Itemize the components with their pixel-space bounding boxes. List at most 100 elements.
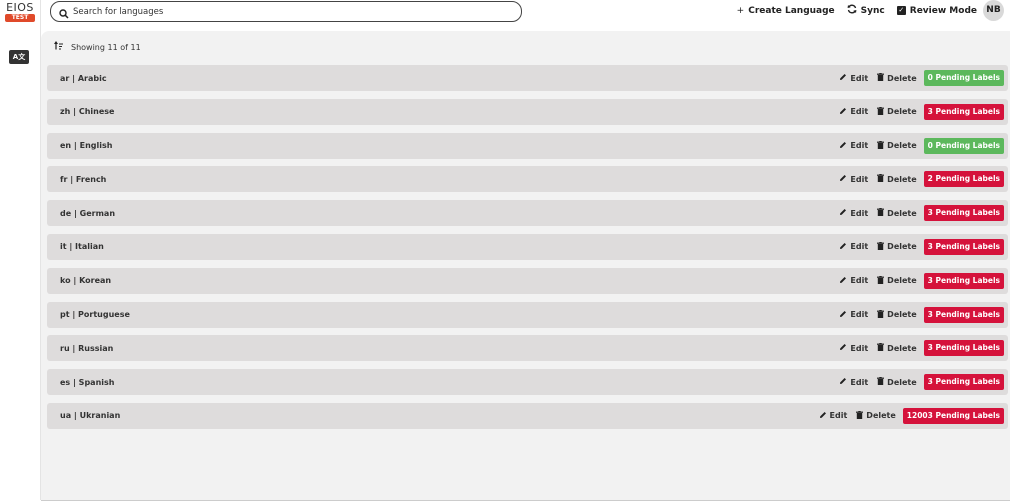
pencil-icon: [839, 141, 850, 151]
sidebar-item-languages[interactable]: A文: [9, 50, 29, 64]
language-row[interactable]: ko | Korean Edit Delete 3 Pending Labels: [47, 267, 1008, 294]
edit-button[interactable]: Edit: [839, 310, 868, 320]
delete-button[interactable]: Delete: [877, 106, 917, 117]
pending-labels-badge[interactable]: 3 Pending Labels: [923, 238, 1004, 255]
edit-label: Edit: [850, 310, 869, 320]
pending-labels-badge[interactable]: 0 Pending Labels: [923, 137, 1004, 154]
create-language-label: Create Language: [748, 5, 835, 16]
pending-labels-badge[interactable]: 3 Pending Labels: [923, 374, 1004, 391]
pending-labels-badge[interactable]: 12003 Pending Labels: [902, 407, 1004, 424]
trash-icon: [877, 106, 887, 117]
env-badge: TEST: [5, 14, 35, 22]
pending-labels-badge[interactable]: 0 Pending Labels: [923, 70, 1004, 86]
sidebar: EIOS TEST A文: [0, 0, 41, 500]
delete-label: Delete: [887, 242, 917, 252]
main-panel: Showing 11 of 11 ar | Arabic Edit Delete 0 …: [41, 31, 1010, 501]
edit-label: Edit: [850, 174, 869, 184]
edit-button[interactable]: Edit: [839, 107, 868, 117]
pencil-icon: [839, 242, 850, 252]
row-actions: Edit Delete 3 Pending Labels: [830, 369, 1004, 395]
delete-button[interactable]: Delete: [877, 343, 917, 353]
trash-icon: [877, 174, 887, 184]
delete-label: Delete: [887, 276, 917, 286]
sync-label: Sync: [860, 5, 885, 16]
delete-button[interactable]: Delete: [877, 73, 917, 83]
delete-button[interactable]: Delete: [856, 410, 896, 421]
showing-count: Showing 11 of 11: [71, 42, 141, 52]
trash-icon: [877, 309, 887, 320]
trash-icon: [877, 377, 887, 387]
edit-button[interactable]: Edit: [839, 141, 868, 151]
edit-button[interactable]: Edit: [839, 174, 868, 184]
plus-icon: +: [736, 5, 745, 16]
pending-labels-badge[interactable]: 3 Pending Labels: [923, 306, 1004, 323]
trash-icon: [877, 241, 887, 252]
search-input[interactable]: [73, 2, 513, 21]
delete-button[interactable]: Delete: [877, 275, 917, 286]
language-name: pt | Portuguese: [60, 310, 130, 320]
sort-icon[interactable]: [54, 41, 64, 53]
language-name: es | Spanish: [60, 377, 115, 387]
language-row[interactable]: ru | Russian Edit Delete 3 Pending Labels: [47, 335, 1008, 362]
edit-button[interactable]: Edit: [839, 73, 868, 83]
delete-button[interactable]: Delete: [877, 377, 917, 387]
user-avatar[interactable]: NB: [983, 0, 1004, 21]
pending-labels-badge[interactable]: 3 Pending Labels: [923, 205, 1004, 222]
edit-button[interactable]: Edit: [839, 343, 868, 353]
language-row[interactable]: zh | Chinese Edit Delete 3 Pending Labels: [47, 98, 1008, 125]
edit-label: Edit: [850, 208, 869, 218]
review-mode-toggle[interactable]: ✓ Review Mode: [896, 5, 977, 16]
language-row[interactable]: pt | Portuguese Edit Delete 3 Pending Label…: [47, 301, 1008, 328]
language-row[interactable]: it | Italian Edit Delete 3 Pending Labels: [47, 233, 1008, 260]
language-row[interactable]: en | English Edit Delete 0 Pending Labels: [47, 132, 1008, 159]
pencil-icon: [839, 107, 850, 117]
language-name: ar | Arabic: [60, 73, 107, 83]
delete-button[interactable]: Delete: [877, 309, 917, 320]
language-row[interactable]: ua | Ukranian Edit Delete 12003 Pending Lab…: [47, 402, 1008, 429]
language-row[interactable]: de | German Edit Delete 3 Pending Labels: [47, 200, 1008, 227]
pencil-icon: [839, 174, 850, 184]
edit-button[interactable]: Edit: [839, 208, 868, 218]
trash-icon: [877, 343, 887, 353]
edit-button[interactable]: Edit: [839, 276, 868, 286]
delete-button[interactable]: Delete: [877, 140, 917, 151]
delete-label: Delete: [887, 174, 917, 184]
delete-label: Delete: [887, 208, 917, 218]
trash-icon: [856, 410, 866, 421]
edit-label: Edit: [850, 343, 869, 353]
review-mode-label: Review Mode: [909, 5, 977, 16]
language-row[interactable]: es | Spanish Edit Delete 3 Pending Labels: [47, 369, 1008, 396]
create-language-button[interactable]: + Create Language: [737, 6, 835, 16]
edit-button[interactable]: Edit: [819, 411, 847, 421]
sync-button[interactable]: Sync: [847, 4, 885, 17]
logo-text: EIOS: [6, 1, 34, 14]
delete-button[interactable]: Delete: [877, 174, 917, 184]
delete-label: Delete: [887, 107, 917, 117]
language-name: fr | French: [60, 174, 107, 184]
pending-labels-badge[interactable]: 3 Pending Labels: [923, 103, 1004, 120]
row-actions: Edit Delete 3 Pending Labels: [830, 234, 1004, 260]
delete-button[interactable]: Delete: [877, 208, 917, 218]
delete-label: Delete: [887, 73, 917, 83]
edit-button[interactable]: Edit: [839, 377, 868, 387]
pending-labels-badge[interactable]: 2 Pending Labels: [923, 171, 1004, 188]
row-actions: Edit Delete 12003 Pending Labels: [810, 403, 1004, 429]
language-row[interactable]: ar | Arabic Edit Delete 0 Pending Labels: [47, 65, 1008, 91]
delete-label: Delete: [887, 343, 917, 353]
trash-icon: [877, 140, 887, 151]
row-actions: Edit Delete 3 Pending Labels: [830, 335, 1004, 361]
edit-button[interactable]: Edit: [839, 242, 868, 252]
delete-button[interactable]: Delete: [877, 241, 917, 252]
row-actions: Edit Delete 0 Pending Labels: [830, 65, 1004, 91]
app-logo[interactable]: EIOS TEST: [4, 2, 36, 22]
language-row[interactable]: fr | French Edit Delete 2 Pending Labels: [47, 166, 1008, 193]
pencil-icon: [839, 208, 850, 218]
pending-labels-badge[interactable]: 3 Pending Labels: [923, 272, 1004, 289]
row-actions: Edit Delete 0 Pending Labels: [830, 133, 1004, 159]
search-bar[interactable]: [50, 1, 522, 22]
pending-labels-badge[interactable]: 3 Pending Labels: [923, 340, 1004, 357]
checkbox-checked-icon: ✓: [896, 6, 906, 15]
language-name: de | German: [60, 208, 116, 218]
row-actions: Edit Delete 3 Pending Labels: [830, 302, 1004, 328]
row-actions: Edit Delete 3 Pending Labels: [830, 99, 1004, 125]
